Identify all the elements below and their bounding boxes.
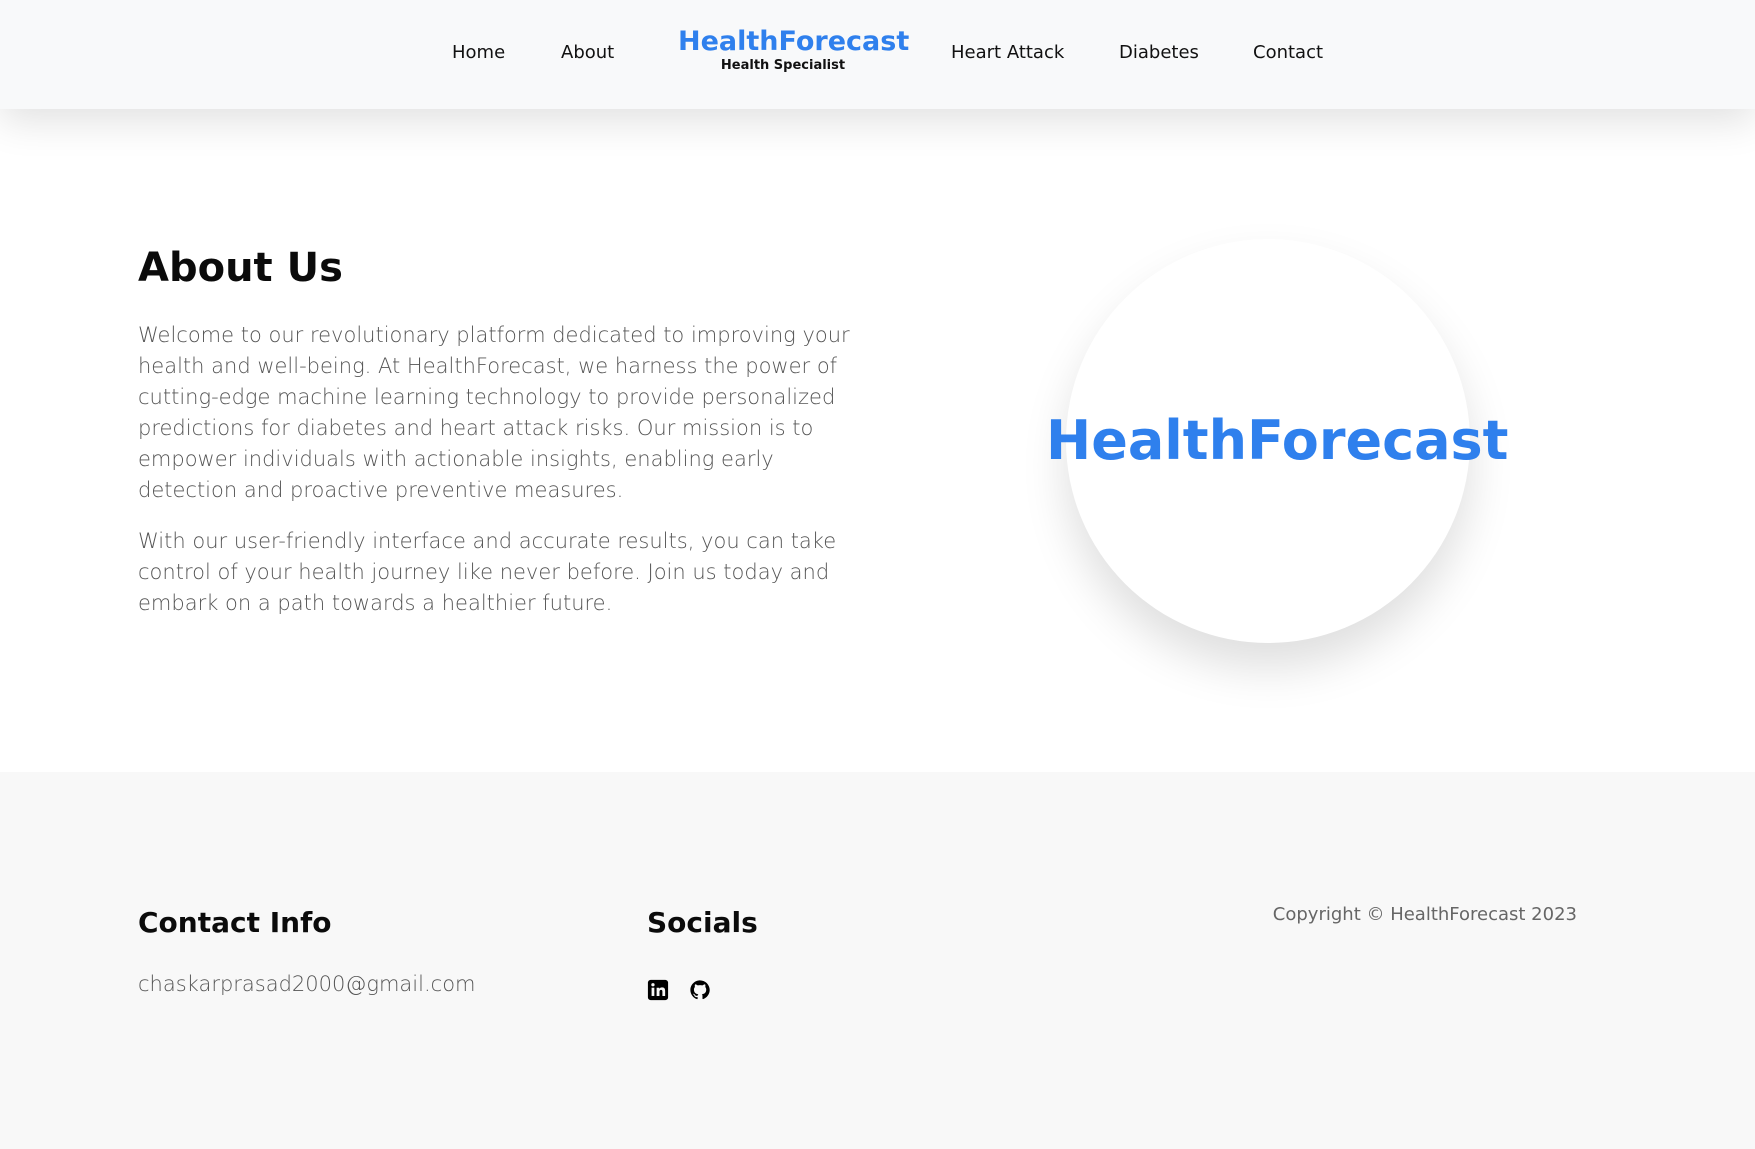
about-paragraph-1: Welcome to our revolutionary platform de… (138, 323, 850, 502)
nav-diabetes-link[interactable]: Diabetes (1119, 42, 1199, 63)
github-icon (690, 980, 710, 1000)
brand-title: HealthForecast (678, 26, 910, 57)
socials-heading: Socials (647, 906, 758, 939)
brand-subtitle: Health Specialist (720, 58, 846, 73)
linkedin-link[interactable] (647, 979, 669, 1001)
logo-text: HealthForecast (1046, 409, 1509, 472)
linkedin-icon (647, 979, 669, 1001)
navbar: Home About HealthForecast Health Special… (0, 0, 1755, 109)
brand-logo-link[interactable]: HealthForecast Health Specialist (678, 26, 910, 74)
footer: Contact Info chaskarprasad2000@gmail.com… (0, 772, 1755, 1149)
social-icons (647, 979, 711, 1001)
about-heading: About Us (138, 245, 343, 291)
github-link[interactable] (689, 979, 711, 1001)
logo-circle: HealthForecast (1046, 239, 1508, 643)
about-section: About Us Welcome to our revolutionary pl… (0, 109, 1755, 772)
contact-info-heading: Contact Info (138, 906, 332, 939)
nav-about-link[interactable]: About (561, 42, 614, 63)
about-paragraph-2: With our user-friendly interface and acc… (138, 529, 837, 615)
copyright-text: Copyright © HealthForecast 2023 (1272, 904, 1577, 925)
nav-contact-link[interactable]: Contact (1253, 42, 1323, 63)
nav-heart-attack-link[interactable]: Heart Attack (951, 42, 1064, 63)
contact-email-link[interactable]: chaskarprasad2000@gmail.com (138, 972, 476, 996)
nav-home-link[interactable]: Home (452, 42, 505, 63)
